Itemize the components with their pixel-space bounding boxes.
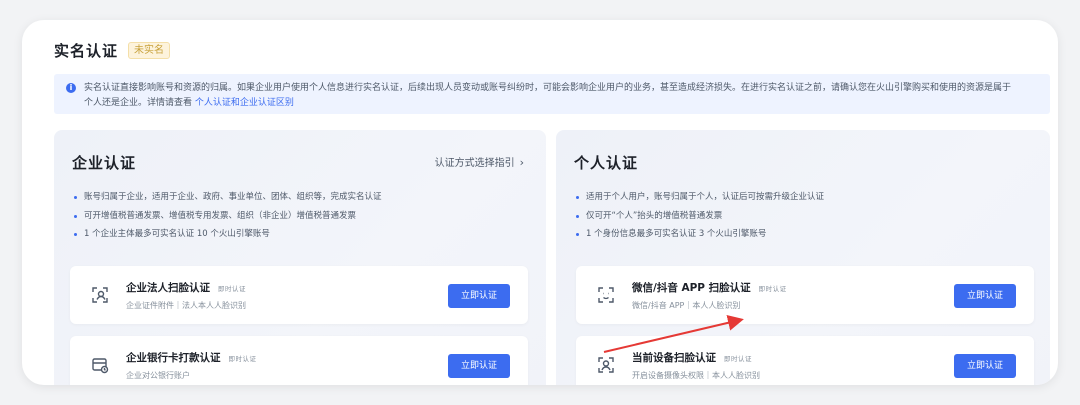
method-subtitle: 企业对公银行账户 — [126, 371, 190, 380]
guide-link-label: 认证方式选择指引 — [434, 158, 515, 169]
start-auth-button[interactable]: 立即认证 — [448, 354, 510, 378]
instant-tag: 即时认证 — [724, 355, 752, 363]
method-title: 企业银行卡打款认证 即时认证 — [126, 350, 257, 365]
personal-app-face-method: 微信/抖音 APP 扫脸认证 即时认证 微信/抖音 APP｜本人人脸识别 立即认证 — [576, 266, 1034, 324]
auth-difference-link[interactable]: 个人认证和企业认证区别 — [195, 98, 294, 108]
list-item: 1 个企业主体最多可实名认证 10 个火山引擎账号 — [74, 225, 382, 244]
app-scan-icon — [596, 285, 616, 305]
method-title: 企业法人扫脸认证 即时认证 — [126, 280, 246, 295]
notice-text: 实名认证直接影响账号和资源的归属。如果企业用户使用个人信息进行实名认证，后续出现… — [84, 81, 1044, 111]
face-scan-icon — [90, 285, 110, 305]
method-subtitle: 企业证件附件｜法人本人人脸识别 — [126, 301, 246, 310]
method-subtitle: 微信/抖音 APP｜本人人脸识别 — [632, 301, 741, 310]
method-title-text: 微信/抖音 APP 扫脸认证 — [632, 282, 751, 294]
method-title-text: 企业银行卡打款认证 — [126, 352, 221, 364]
info-icon: i — [66, 83, 76, 93]
start-auth-button[interactable]: 立即认证 — [954, 284, 1016, 308]
list-item: 仅可开“个人”抬头的增值税普通发票 — [576, 207, 824, 226]
list-item: 账号归属于企业，适用于企业、政府、事业单位、团体、组织等，完成实名认证 — [74, 188, 382, 207]
notice-line-2: 个人还是企业。详情请查看 — [84, 98, 193, 108]
bank-card-icon — [90, 355, 110, 375]
auth-guide-link[interactable]: 认证方式选择指引 › — [435, 154, 524, 169]
enterprise-bullets: 账号归属于企业，适用于企业、政府、事业单位、团体、组织等，完成实名认证 可开增值… — [74, 188, 382, 244]
title-row: 实名认证 未实名 — [54, 40, 171, 61]
personal-title: 个人认证 — [574, 154, 639, 172]
instant-tag: 即时认证 — [228, 355, 257, 363]
enterprise-title: 企业认证 — [72, 154, 137, 172]
list-item: 可开增值税普通发票、增值税专用发票、组织（非企业）增值税普通发票 — [74, 207, 382, 226]
device-camera-icon — [596, 355, 616, 375]
start-auth-button[interactable]: 立即认证 — [954, 354, 1016, 378]
enterprise-bank-card-method: 企业银行卡打款认证 即时认证 企业对公银行账户 立即认证 — [70, 336, 528, 385]
list-item: 适用于个人用户，账号归属于个人，认证后可按需升级企业认证 — [576, 188, 824, 207]
personal-device-face-method: 当前设备扫脸认证 即时认证 开启设备摄像头权限｜本人人脸识别 立即认证 — [576, 336, 1034, 385]
status-badge: 未实名 — [128, 42, 171, 59]
page-title: 实名认证 — [54, 42, 119, 60]
instant-tag: 即时认证 — [218, 285, 246, 293]
notice-banner: i 实名认证直接影响账号和资源的归属。如果企业用户使用个人信息进行实名认证，后续… — [54, 74, 1050, 114]
instant-tag: 即时认证 — [758, 285, 787, 293]
personal-auth-panel: 个人认证 适用于个人用户，账号归属于个人，认证后可按需升级企业认证 仅可开“个人… — [556, 130, 1050, 385]
method-title: 当前设备扫脸认证 即时认证 — [632, 350, 752, 365]
notice-line-1: 实名认证直接影响账号和资源的归属。如果企业用户使用个人信息进行实名认证，后续出现… — [84, 83, 1012, 93]
method-subtitle: 开启设备摄像头权限｜本人人脸识别 — [632, 371, 760, 380]
personal-bullets: 适用于个人用户，账号归属于个人，认证后可按需升级企业认证 仅可开“个人”抬头的增… — [576, 188, 824, 244]
start-auth-button[interactable]: 立即认证 — [448, 284, 510, 308]
list-item: 1 个身份信息最多可实名认证 3 个火山引擎账号 — [576, 225, 824, 244]
real-name-auth-card: 实名认证 未实名 i 实名认证直接影响账号和资源的归属。如果企业用户使用个人信息… — [22, 20, 1058, 385]
chevron-right-icon: › — [519, 156, 524, 169]
method-title-text: 当前设备扫脸认证 — [632, 352, 716, 364]
enterprise-legal-face-method: 企业法人扫脸认证 即时认证 企业证件附件｜法人本人人脸识别 立即认证 — [70, 266, 528, 324]
method-title: 微信/抖音 APP 扫脸认证 即时认证 — [632, 280, 787, 295]
method-title-text: 企业法人扫脸认证 — [126, 282, 210, 294]
enterprise-auth-panel: 企业认证 认证方式选择指引 › 账号归属于企业，适用于企业、政府、事业单位、团体、… — [54, 130, 546, 385]
